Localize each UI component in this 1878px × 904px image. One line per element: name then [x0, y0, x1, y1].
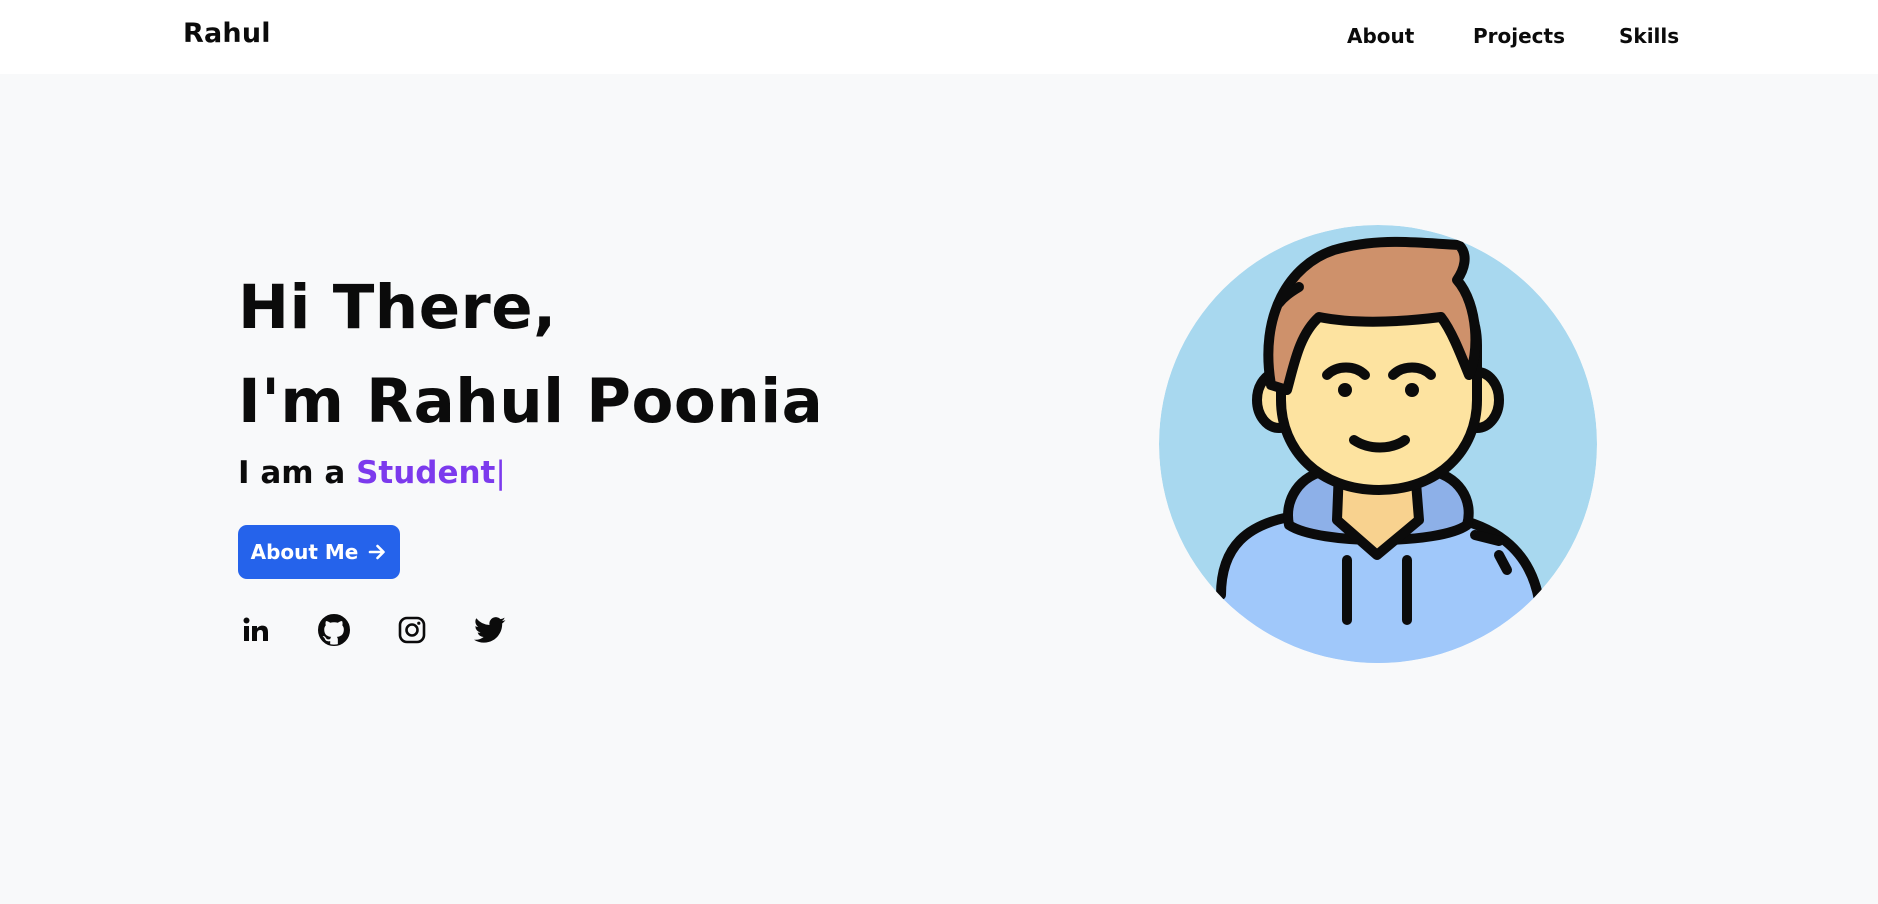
arrow-right-icon: [367, 542, 387, 562]
social-links: [238, 612, 538, 648]
about-me-button-label: About Me: [250, 540, 359, 564]
hero-tagline: I am a Student|: [238, 455, 506, 491]
instagram-icon[interactable]: [394, 612, 430, 648]
nav-links: About Projects Skills: [0, 24, 1878, 54]
nav-skills[interactable]: Skills: [1619, 24, 1679, 48]
nav-projects[interactable]: Projects: [1473, 24, 1565, 48]
avatar-illustration: [1159, 225, 1597, 663]
hero-intro: I'm Rahul Poonia: [238, 366, 824, 437]
hero-greeting: Hi There,: [238, 272, 557, 343]
nav-about[interactable]: About: [1347, 24, 1414, 48]
tagline-prefix: I am a: [238, 455, 357, 491]
typed-role: Student: [356, 455, 496, 491]
navbar: Rahul About Projects Skills: [0, 0, 1878, 74]
twitter-icon[interactable]: [472, 612, 508, 648]
github-icon[interactable]: [316, 612, 352, 648]
about-me-button[interactable]: About Me: [238, 525, 400, 579]
typing-cursor: |: [495, 455, 506, 491]
linkedin-icon[interactable]: [238, 612, 274, 648]
